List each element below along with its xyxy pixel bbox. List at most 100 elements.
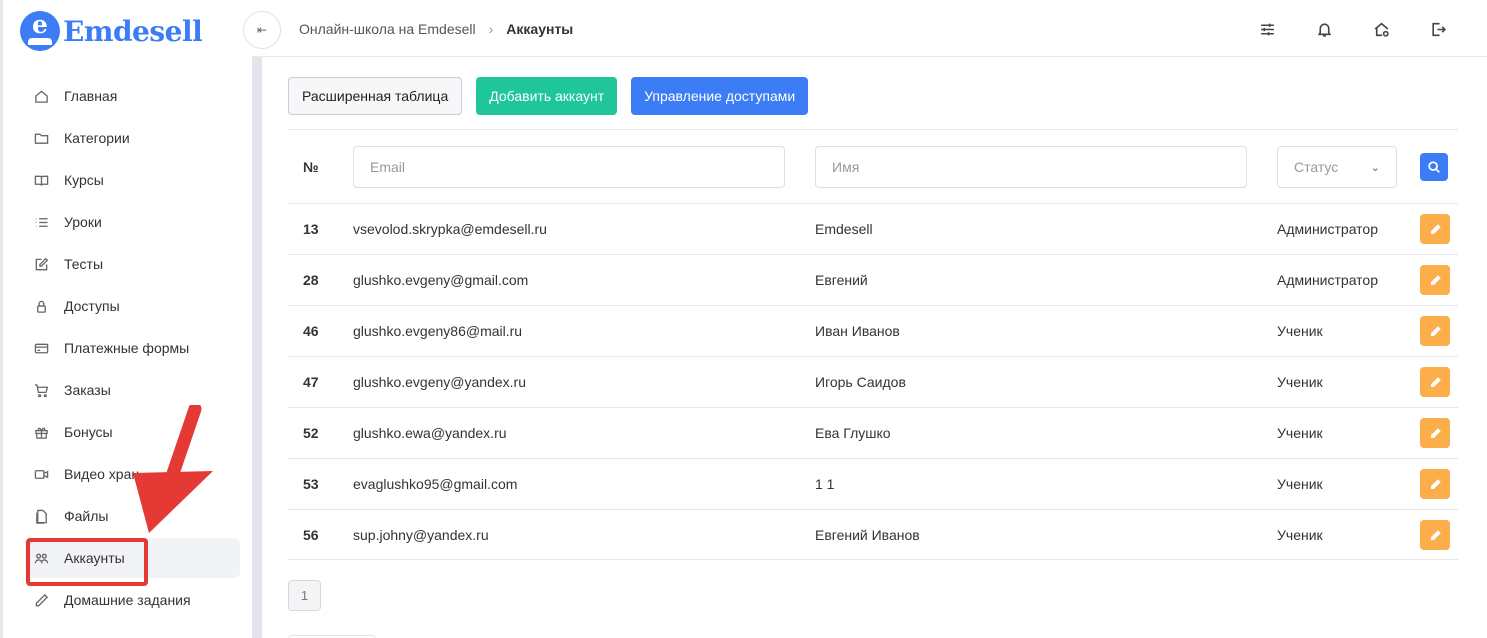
account-id: 46: [303, 323, 319, 339]
pencil-icon: [1430, 274, 1441, 285]
lock-icon: [33, 298, 49, 314]
edit-account-button[interactable]: [1420, 214, 1450, 244]
account-status: Ученик: [1277, 476, 1323, 492]
brand-logo[interactable]: e Emdesell: [20, 11, 203, 51]
manage-access-button[interactable]: Управление доступами: [631, 77, 809, 115]
sidebar-item-label: Главная: [64, 88, 118, 104]
email-placeholder: Email: [370, 159, 406, 175]
pencil-icon: [1430, 478, 1441, 489]
header-actions: [1257, 19, 1485, 39]
account-name: Ева Глушко: [815, 425, 891, 441]
account-id: 52: [303, 425, 319, 441]
sidebar-item[interactable]: Домашние задания: [25, 580, 240, 620]
sidebar-item-label: Платежные формы: [64, 340, 190, 356]
table-row: 56 sup.johny@yandex.ru Евгений Иванов Учени…: [288, 509, 1458, 560]
edit-account-button[interactable]: [1420, 418, 1450, 448]
home-icon: [33, 88, 49, 104]
sidebar-item[interactable]: Уроки: [25, 202, 240, 242]
sidebar-item[interactable]: Платежные формы: [25, 328, 240, 368]
pencil-icon: [33, 592, 49, 608]
book-icon: [33, 172, 49, 188]
account-name: Иван Иванов: [815, 323, 900, 339]
edit-account-button[interactable]: [1420, 469, 1450, 499]
sidebar-item[interactable]: Заказы: [25, 370, 240, 410]
pencil-icon: [1430, 223, 1441, 234]
gift-icon: [33, 424, 49, 440]
table-row: 46 glushko.evgeny86@mail.ru Иван Иванов Уче…: [288, 305, 1458, 356]
chevron-right-icon: ›: [488, 21, 494, 37]
brand-name: Emdesell: [63, 14, 203, 48]
video-icon: [33, 466, 49, 482]
account-email: glushko.evgeny86@mail.ru: [353, 323, 523, 339]
sidebar-item-label: Заказы: [64, 382, 111, 398]
logo-mark-icon: e: [20, 11, 60, 51]
sidebar-item-label: Уроки: [64, 214, 102, 230]
breadcrumb-current: Аккаунты: [506, 21, 574, 37]
sidebar-item[interactable]: Тесты: [25, 244, 240, 284]
account-status: Ученик: [1277, 527, 1323, 543]
account-name: Евгений Иванов: [815, 527, 920, 543]
account-status: Ученик: [1277, 323, 1323, 339]
table-row: 53 evaglushko95@gmail.com 1 1 Ученик: [288, 458, 1458, 509]
account-name: Игорь Саидов: [815, 374, 906, 390]
sidebar-item[interactable]: Категории: [25, 118, 240, 158]
sidebar-item-label: Файлы: [64, 508, 109, 524]
add-account-button[interactable]: Добавить аккаунт: [476, 77, 618, 115]
pencil-icon: [1430, 529, 1441, 540]
account-email: glushko.evgeny@yandex.ru: [353, 374, 526, 390]
annotation-arrow-icon: [133, 405, 213, 533]
account-email: glushko.ewa@yandex.ru: [353, 425, 507, 441]
sidebar-item-label: Курсы: [64, 172, 104, 188]
sliders-icon[interactable]: [1257, 19, 1277, 39]
name-placeholder: Имя: [832, 159, 860, 175]
credit-card-icon: [33, 340, 49, 356]
accounts-table: 13 vsevolod.skrypka@emdesell.ru Emdesell Ад…: [288, 203, 1458, 560]
sidebar-item-label: Домашние задания: [64, 592, 191, 608]
filter-row: № Email Имя Статус ⌄: [288, 146, 1458, 204]
pencil-icon: [1430, 427, 1441, 438]
account-status: Администратор: [1277, 221, 1379, 237]
pagination-page-button[interactable]: 1: [288, 580, 321, 611]
divider: [288, 129, 1458, 130]
account-id: 47: [303, 374, 319, 390]
collapse-icon: ⇤: [256, 23, 268, 37]
account-email: evaglushko95@gmail.com: [353, 476, 518, 492]
edit-account-button[interactable]: [1420, 367, 1450, 397]
account-id: 13: [303, 221, 319, 237]
file-icon: [33, 508, 49, 524]
breadcrumb-parent[interactable]: Онлайн-школа на Emdesell: [299, 21, 476, 37]
sidebar-item-label: Категории: [64, 130, 130, 146]
pencil-icon: [1430, 376, 1441, 387]
account-name: Евгений: [815, 272, 868, 288]
annotation-highlight-box: [26, 538, 148, 586]
logout-icon[interactable]: [1428, 19, 1448, 39]
search-button[interactable]: [1420, 153, 1448, 181]
name-filter-input[interactable]: Имя: [815, 146, 1247, 188]
sidebar-scroll-gutter: [252, 57, 262, 638]
account-id: 28: [303, 272, 319, 288]
bell-icon[interactable]: [1314, 19, 1334, 39]
sidebar-collapse-button[interactable]: ⇤: [243, 11, 281, 49]
home-settings-icon[interactable]: [1371, 19, 1391, 39]
edit-account-button[interactable]: [1420, 265, 1450, 295]
email-filter-input[interactable]: Email: [353, 146, 785, 188]
account-email: glushko.evgeny@gmail.com: [353, 272, 529, 288]
chevron-down-icon: ⌄: [1370, 161, 1380, 174]
edit-account-button[interactable]: [1420, 520, 1450, 550]
sidebar-item[interactable]: Курсы: [25, 160, 240, 200]
edit-account-button[interactable]: [1420, 316, 1450, 346]
sidebar-item[interactable]: Главная: [25, 76, 240, 116]
extended-table-button[interactable]: Расширенная таблица: [288, 77, 463, 115]
sidebar-item-label: Доступы: [64, 298, 120, 314]
sidebar-item[interactable]: Доступы: [25, 286, 240, 326]
account-id: 56: [303, 527, 319, 543]
account-id: 53: [303, 476, 319, 492]
table-row: 47 glushko.evgeny@yandex.ru Игорь Саидов Уч…: [288, 356, 1458, 407]
column-header-number: №: [303, 159, 319, 175]
account-status: Ученик: [1277, 425, 1323, 441]
status-filter-select[interactable]: Статус ⌄: [1277, 146, 1397, 188]
account-status: Ученик: [1277, 374, 1323, 390]
status-placeholder: Статус: [1294, 159, 1339, 175]
pencil-icon: [1430, 325, 1441, 336]
cart-icon: [33, 382, 49, 398]
